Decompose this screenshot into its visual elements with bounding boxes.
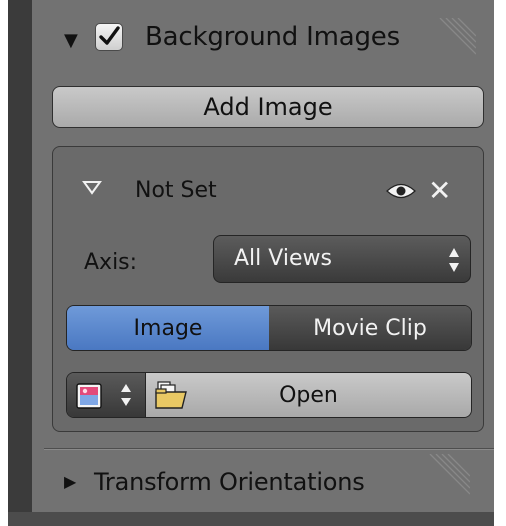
page-margin-right bbox=[494, 0, 506, 526]
grip-icon[interactable] bbox=[432, 18, 476, 62]
close-icon[interactable]: ✕ bbox=[428, 174, 451, 207]
source-movie-clip-button[interactable]: Movie Clip bbox=[269, 306, 471, 350]
background-images-checkbox[interactable] bbox=[95, 23, 123, 51]
dark-side-strip bbox=[8, 0, 32, 512]
open-row: Open bbox=[66, 372, 472, 418]
transform-orientations-label[interactable]: Transform Orientations bbox=[94, 468, 365, 496]
background-images-label: Background Images bbox=[145, 22, 400, 52]
updown-arrows-icon bbox=[121, 384, 131, 406]
triangle-down-icon[interactable] bbox=[82, 180, 102, 196]
eye-icon[interactable] bbox=[385, 180, 417, 202]
axis-label: Axis: bbox=[84, 250, 138, 275]
open-button-label: Open bbox=[279, 383, 338, 408]
grip-icon[interactable] bbox=[420, 454, 470, 504]
open-button[interactable]: Open bbox=[146, 373, 471, 417]
updown-arrows-icon bbox=[449, 248, 459, 272]
image-browse-button[interactable] bbox=[67, 373, 146, 417]
source-image-button[interactable]: Image bbox=[67, 306, 269, 350]
axis-select-value: All Views bbox=[234, 246, 332, 271]
panel-bottom-strip bbox=[8, 512, 494, 526]
chevron-down-icon[interactable]: ▼ bbox=[64, 30, 78, 51]
page-margin-left bbox=[0, 0, 8, 526]
checkmark-icon bbox=[99, 26, 120, 45]
axis-select[interactable]: All Views bbox=[213, 235, 471, 283]
source-toggle: Image Movie Clip bbox=[66, 305, 472, 351]
background-images-header[interactable]: ▼ Background Images bbox=[50, 8, 494, 68]
divider-highlight bbox=[44, 449, 494, 450]
image-browse-icon bbox=[76, 383, 102, 409]
chevron-right-icon[interactable]: ▶ bbox=[64, 472, 76, 491]
slot-name: Not Set bbox=[135, 178, 217, 203]
add-image-button[interactable]: Add Image bbox=[52, 86, 484, 128]
